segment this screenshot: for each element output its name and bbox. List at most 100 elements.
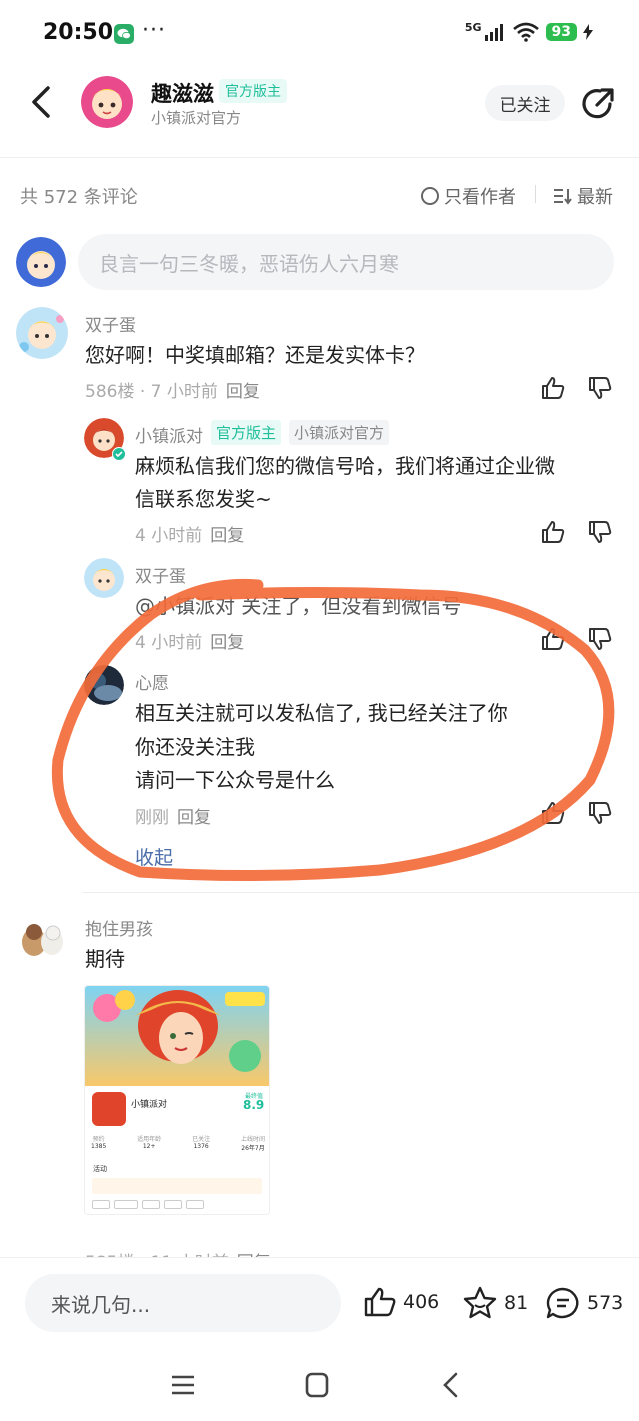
dislike-icon[interactable] bbox=[587, 519, 613, 545]
reply-text-line: 请问一下公众号是什么 bbox=[135, 768, 335, 792]
follow-button[interactable]: 已关注 bbox=[485, 85, 565, 121]
game-name: 小镇派对 bbox=[131, 1100, 168, 1110]
reply-username[interactable]: 小镇派对 bbox=[135, 422, 203, 447]
board-name[interactable]: 趣滋滋 bbox=[151, 78, 214, 108]
sort-latest-button[interactable]: 最新 bbox=[553, 183, 613, 209]
more-notifications-icon: ··· bbox=[142, 18, 166, 43]
game-card-info: 小镇派对 最终值 8.9 预约 1385 适用年龄 12+ 已关注 1376 上线时间… bbox=[85, 1086, 269, 1214]
star-icon bbox=[463, 1286, 497, 1319]
tag-row bbox=[92, 1200, 204, 1209]
stat-item: 适用年龄 12+ bbox=[137, 1136, 162, 1150]
game-stats: 预约 1385 适用年龄 12+ 已关注 1376 上线时间 26年7月 bbox=[91, 1134, 265, 1152]
back-arrow-icon[interactable] bbox=[26, 84, 58, 120]
author-only-label: 只看作者 bbox=[444, 187, 516, 208]
comment-image[interactable]: 小镇派对 最终值 8.9 预约 1385 适用年龄 12+ 已关注 1376 上线时间… bbox=[84, 985, 270, 1215]
stat-item: 预约 1385 bbox=[91, 1136, 107, 1150]
menu-icon[interactable] bbox=[168, 1371, 198, 1399]
charging-icon bbox=[583, 24, 593, 40]
activity-banner bbox=[92, 1178, 262, 1194]
reply-time: 4 小时前 bbox=[135, 526, 203, 546]
reply-time: 刚刚 bbox=[135, 808, 169, 828]
thumbs-up-icon bbox=[364, 1287, 396, 1317]
reply-button[interactable]: 回复 bbox=[177, 808, 211, 828]
official-account-badge: 小镇派对官方 bbox=[289, 420, 390, 445]
comment-bubble-icon bbox=[546, 1287, 579, 1319]
header: 趣滋滋 官方版主 小镇派对官方 已关注 bbox=[0, 68, 639, 156]
comment-meta: 586楼 · 7 小时前 回复 bbox=[85, 377, 260, 402]
avatar[interactable] bbox=[84, 558, 124, 598]
system-nav-bar bbox=[0, 1347, 639, 1421]
wifi-icon bbox=[512, 22, 539, 42]
share-icon[interactable] bbox=[580, 86, 616, 122]
home-icon[interactable] bbox=[302, 1371, 332, 1399]
comments-count: 共 572 条评论 bbox=[20, 187, 138, 208]
collapse-replies-link[interactable]: 收起 bbox=[135, 843, 173, 870]
status-time: 20:50 bbox=[43, 20, 114, 45]
like-icon[interactable] bbox=[540, 626, 566, 652]
back-icon[interactable] bbox=[436, 1371, 466, 1399]
activity-label: 活动 bbox=[93, 1165, 107, 1173]
bottom-action-bar: 来说几句... 406 81 573 bbox=[0, 1257, 639, 1347]
like-count: 406 bbox=[403, 1291, 440, 1313]
favorite-button[interactable]: 81 bbox=[462, 1286, 528, 1320]
my-avatar bbox=[16, 237, 66, 287]
reply-text-line: 信联系您发奖~ bbox=[135, 487, 272, 511]
wechat-notification-icon bbox=[114, 24, 134, 44]
comment-floor-time: 586楼 · 7 小时前 bbox=[85, 382, 218, 402]
reply-username[interactable]: 心愿 bbox=[135, 669, 169, 694]
comment-count: 573 bbox=[587, 1292, 624, 1314]
status-bar: 20:50 ··· 5G 93 bbox=[0, 0, 639, 68]
stat-item: 已关注 1376 bbox=[192, 1136, 211, 1150]
comment-username[interactable]: 抱住男孩 bbox=[85, 915, 153, 940]
comment-text: 您好啊！中奖填邮箱？还是发实体卡？ bbox=[85, 343, 425, 367]
like-button[interactable]: 406 bbox=[363, 1286, 439, 1318]
toolbar-divider bbox=[535, 185, 536, 203]
status-indicators: 5G 93 bbox=[464, 20, 593, 42]
sort-label: 最新 bbox=[577, 187, 613, 208]
dislike-icon[interactable] bbox=[587, 375, 613, 401]
network-type: 5G bbox=[464, 20, 482, 34]
like-icon[interactable] bbox=[540, 375, 566, 401]
reply-text-line: 相互关注就可以发私信了, 我已经关注了你 bbox=[135, 701, 508, 725]
comment-input[interactable]: 良言一句三冬暖，恶语伤人六月寒 bbox=[78, 234, 614, 290]
reply-meta: 4 小时前 回复 bbox=[135, 521, 244, 546]
official-moderator-badge: 官方版主 bbox=[219, 79, 287, 103]
avatar[interactable] bbox=[16, 307, 68, 359]
reply-button[interactable]: 回复 bbox=[226, 382, 260, 402]
reply-button[interactable]: 回复 bbox=[210, 526, 244, 546]
like-icon[interactable] bbox=[540, 800, 566, 826]
author-only-toggle[interactable]: 只看作者 bbox=[421, 183, 516, 209]
game-score: 8.9 bbox=[243, 1098, 265, 1112]
avatar[interactable] bbox=[16, 912, 68, 964]
official-moderator-badge: 官方版主 bbox=[211, 420, 282, 445]
like-icon[interactable] bbox=[540, 519, 566, 545]
favorite-count: 81 bbox=[504, 1292, 529, 1314]
reply-text: @小镇派对 关注了，但没看到微信号 bbox=[135, 594, 462, 618]
battery-level: 93 bbox=[545, 23, 577, 41]
comment-divider bbox=[82, 892, 639, 893]
game-artwork bbox=[85, 986, 269, 1086]
dislike-icon[interactable] bbox=[587, 800, 613, 826]
reply-text-line: 你还没关注我 bbox=[135, 735, 255, 759]
radio-circle-icon bbox=[421, 187, 439, 205]
reply-text-line: 麻烦私信我们您的微信号哈，我们将通过企业微 bbox=[135, 454, 555, 478]
reply-time: 4 小时前 bbox=[135, 633, 203, 653]
verified-icon bbox=[112, 447, 126, 461]
board-subtitle: 小镇派对官方 bbox=[151, 109, 242, 127]
reply-button[interactable]: 回复 bbox=[210, 633, 244, 653]
bottom-comment-input[interactable]: 来说几句... bbox=[25, 1274, 341, 1332]
reply-username[interactable]: 双子蛋 bbox=[135, 562, 186, 587]
stat-item: 上线时间 26年7月 bbox=[240, 1136, 265, 1152]
dislike-icon[interactable] bbox=[587, 626, 613, 652]
reply-meta: 4 小时前 回复 bbox=[135, 628, 244, 653]
sort-icon bbox=[554, 189, 572, 205]
comment-button[interactable]: 573 bbox=[545, 1286, 623, 1320]
reply-meta: 刚刚 回复 bbox=[135, 803, 211, 828]
comment-username[interactable]: 双子蛋 bbox=[85, 311, 136, 336]
board-avatar[interactable] bbox=[81, 76, 133, 128]
signal-icon bbox=[484, 24, 503, 41]
avatar[interactable] bbox=[84, 665, 124, 705]
game-icon bbox=[92, 1092, 126, 1126]
header-divider bbox=[0, 157, 639, 158]
comment-text: 期待 bbox=[85, 947, 125, 971]
